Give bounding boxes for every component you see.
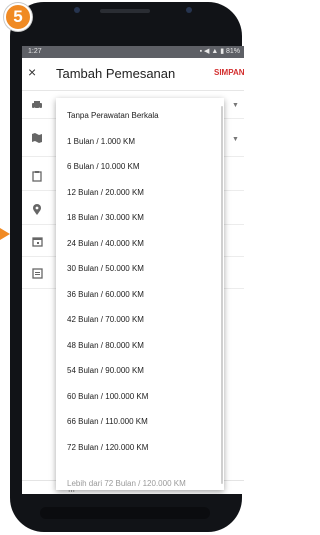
close-icon[interactable]: × <box>28 64 36 80</box>
pointer-arrow-icon <box>0 228 10 240</box>
phone-screen: 1:27 ▪ ◀ ▲ ▮ 81% × Tambah Pemesanan SIMP… <box>22 46 244 494</box>
chevron-down-icon[interactable]: ▼ <box>232 136 239 143</box>
notes-icon <box>30 268 44 282</box>
car-icon <box>30 100 44 113</box>
dropdown-item[interactable]: 6 Bulan / 10.000 KM <box>67 162 140 171</box>
dropdown-item[interactable]: 48 Bulan / 80.000 KM <box>67 341 144 350</box>
page-title: Tambah Pemesanan <box>56 66 176 81</box>
front-sensor-icon <box>74 7 80 13</box>
step-number-badge: 5 <box>4 3 32 31</box>
dropdown-item[interactable]: 42 Bulan / 70.000 KM <box>67 315 144 324</box>
dropdown-item[interactable]: 24 Bulan / 40.000 KM <box>67 239 144 248</box>
status-icons: ▪ ◀ ▲ ▮ 81% <box>199 48 240 55</box>
dropdown-item[interactable]: 72 Bulan / 120.000 KM <box>67 443 148 452</box>
dropdown-item[interactable]: 1 Bulan / 1.000 KM <box>67 137 135 146</box>
status-time: 1:27 <box>28 48 42 55</box>
phone-bottom-bezel <box>40 507 210 519</box>
save-button[interactable]: SIMPAN <box>214 68 244 77</box>
dropdown-item[interactable]: 18 Bulan / 30.000 KM <box>67 213 144 222</box>
phone-frame: 1:27 ▪ ◀ ▲ ▮ 81% × Tambah Pemesanan SIMP… <box>10 2 244 532</box>
dropdown-item[interactable]: 54 Bulan / 90.000 KM <box>67 366 144 375</box>
dropdown-scrollbar[interactable] <box>221 106 223 484</box>
clipboard-icon <box>30 170 44 185</box>
dropdown-item[interactable]: Tanpa Perawatan Berkala <box>67 111 159 120</box>
front-camera-icon <box>186 7 192 13</box>
dropdown-item[interactable]: 12 Bulan / 20.000 KM <box>67 188 144 197</box>
location-pin-icon <box>30 204 44 219</box>
dropdown-item[interactable]: 60 Bulan / 100.000 KM <box>67 392 148 401</box>
app-bar: × Tambah Pemesanan SIMPAN <box>22 58 244 91</box>
status-bar: 1:27 ▪ ◀ ▲ ▮ 81% <box>22 46 244 58</box>
earpiece-speaker <box>100 9 150 13</box>
maintenance-dropdown-menu[interactable]: Tanpa Perawatan Berkala 1 Bulan / 1.000 … <box>56 98 224 490</box>
dropdown-item[interactable]: 30 Bulan / 50.000 KM <box>67 264 144 273</box>
dropdown-item[interactable]: 36 Bulan / 60.000 KM <box>67 290 144 299</box>
calendar-icon <box>30 236 44 250</box>
map-icon <box>30 132 44 147</box>
dropdown-item[interactable]: Lebih dari 72 Bulan / 120.000 KM <box>67 479 186 488</box>
dropdown-item[interactable]: 66 Bulan / 110.000 KM <box>67 417 148 426</box>
chevron-down-icon[interactable]: ▼ <box>232 102 239 109</box>
